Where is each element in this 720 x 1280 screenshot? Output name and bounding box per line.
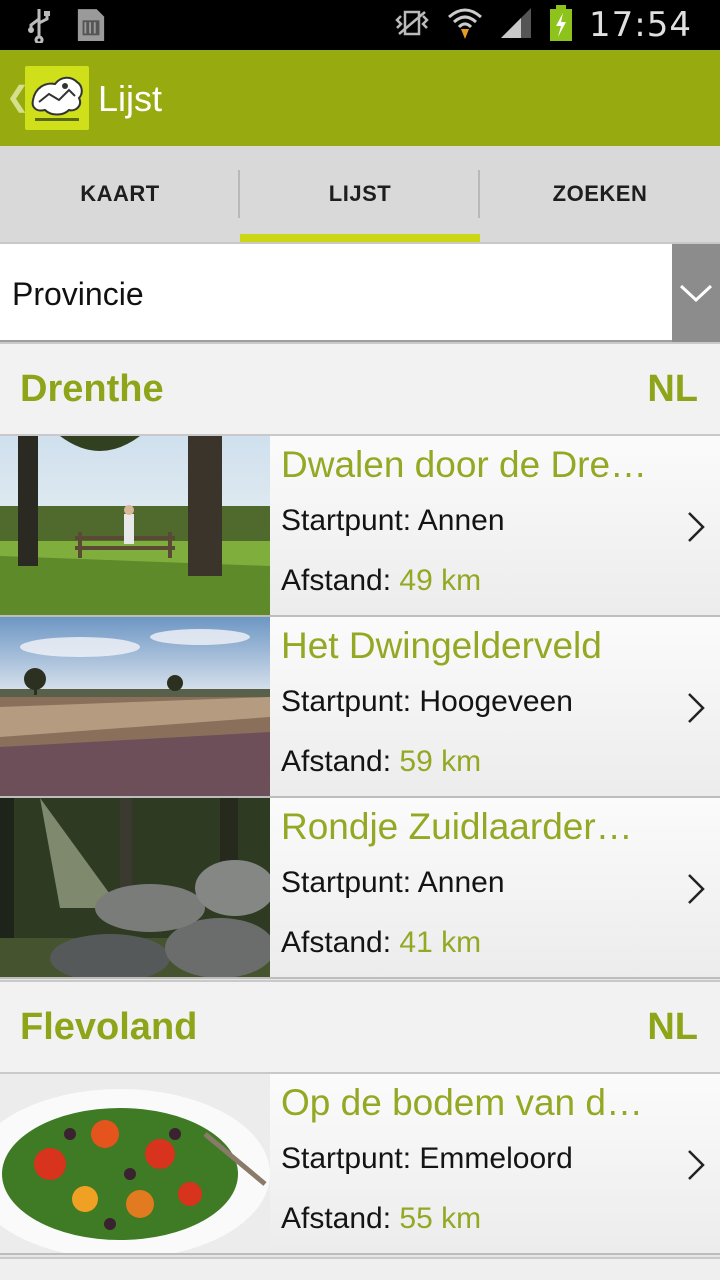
vibrate-icon (393, 8, 431, 43)
tab-bar: KAART LIJST ZOEKEN (0, 146, 720, 242)
dropdown-button[interactable] (672, 244, 720, 342)
route-title: Het Dwingelderveld (281, 625, 602, 666)
start-label: Startpunt: (281, 866, 412, 899)
distance-label: Afstand: (281, 926, 392, 959)
route-thumbnail (0, 436, 270, 615)
status-bar: 17:54 (0, 0, 720, 50)
section-country: NL (647, 1006, 698, 1048)
section-name: Flevoland (20, 1006, 198, 1048)
route-start: Startpunt: Annen (281, 866, 505, 900)
section-country: NL (647, 368, 698, 410)
route-thumbnail (0, 798, 270, 977)
route-list-item[interactable]: Het Dwingelderveld Startpunt: Hoogeveen … (0, 617, 720, 798)
battery-charging-icon (549, 4, 573, 46)
route-distance: Afstand: 55 km (281, 1202, 481, 1236)
chevron-right-icon (688, 1150, 705, 1180)
distance-label: Afstand: (281, 564, 392, 597)
route-distance: Afstand: 41 km (281, 926, 481, 960)
province-select[interactable]: Provincie (0, 242, 720, 342)
wifi-icon (447, 5, 483, 46)
chevron-right-icon (688, 693, 705, 723)
sd-card-icon (76, 6, 106, 44)
active-tab-indicator (240, 234, 480, 242)
next-section-partial (0, 1257, 720, 1280)
route-list-item[interactable]: Dwalen door de Dre… Startpunt: Annen Afs… (0, 436, 720, 617)
route-thumbnail (0, 1074, 270, 1253)
route-title: Op de bodem van d… (281, 1082, 643, 1123)
route-distance: Afstand: 59 km (281, 745, 481, 779)
start-label: Startpunt: (281, 504, 412, 537)
distance-label: Afstand: (281, 745, 392, 778)
section-header-flevoland: Flevoland NL (0, 980, 720, 1074)
route-start: Startpunt: Hoogeveen (281, 685, 573, 719)
distance-value: 59 km (399, 745, 482, 778)
chevron-right-icon (688, 512, 705, 542)
route-list-item[interactable]: Rondje Zuidlaarder… Startpunt: Annen Afs… (0, 798, 720, 979)
distance-value: 41 km (399, 926, 482, 959)
tab-lijst[interactable]: LIJST (240, 146, 480, 242)
start-value: Emmeloord (419, 1142, 573, 1175)
usb-icon (24, 6, 54, 44)
tab-label: LIJST (328, 181, 392, 206)
route-title: Dwalen door de Dre… (281, 444, 648, 485)
app-logo-icon[interactable] (25, 66, 89, 130)
tab-kaart[interactable]: KAART (0, 146, 240, 242)
start-label: Startpunt: (281, 685, 412, 718)
start-value: Hoogeveen (419, 685, 573, 718)
route-list-item[interactable]: Op de bodem van d… Startpunt: Emmeloord … (0, 1074, 720, 1255)
distance-label: Afstand: (281, 1202, 392, 1235)
tab-label: ZOEKEN (552, 181, 648, 206)
tab-zoeken[interactable]: ZOEKEN (480, 146, 720, 242)
route-thumbnail (0, 617, 270, 796)
signal-icon (499, 6, 533, 45)
page-title: Lijst (98, 78, 163, 119)
chevron-down-icon (679, 284, 713, 303)
tab-label: KAART (80, 181, 160, 206)
chevron-right-icon (688, 874, 705, 904)
route-distance: Afstand: 49 km (281, 564, 481, 598)
start-value: Annen (417, 866, 505, 899)
status-clock: 17:54 (589, 5, 692, 45)
section-name: Drenthe (20, 368, 164, 410)
route-start: Startpunt: Annen (281, 504, 505, 538)
province-select-value: Provincie (12, 276, 144, 312)
distance-value: 49 km (399, 564, 482, 597)
route-start: Startpunt: Emmeloord (281, 1142, 573, 1176)
distance-value: 55 km (399, 1202, 482, 1235)
action-bar: ❮ Lijst (0, 50, 720, 146)
section-header-drenthe: Drenthe NL (0, 342, 720, 436)
route-title: Rondje Zuidlaarder… (281, 806, 633, 847)
start-value: Annen (417, 504, 505, 537)
start-label: Startpunt: (281, 1142, 412, 1175)
